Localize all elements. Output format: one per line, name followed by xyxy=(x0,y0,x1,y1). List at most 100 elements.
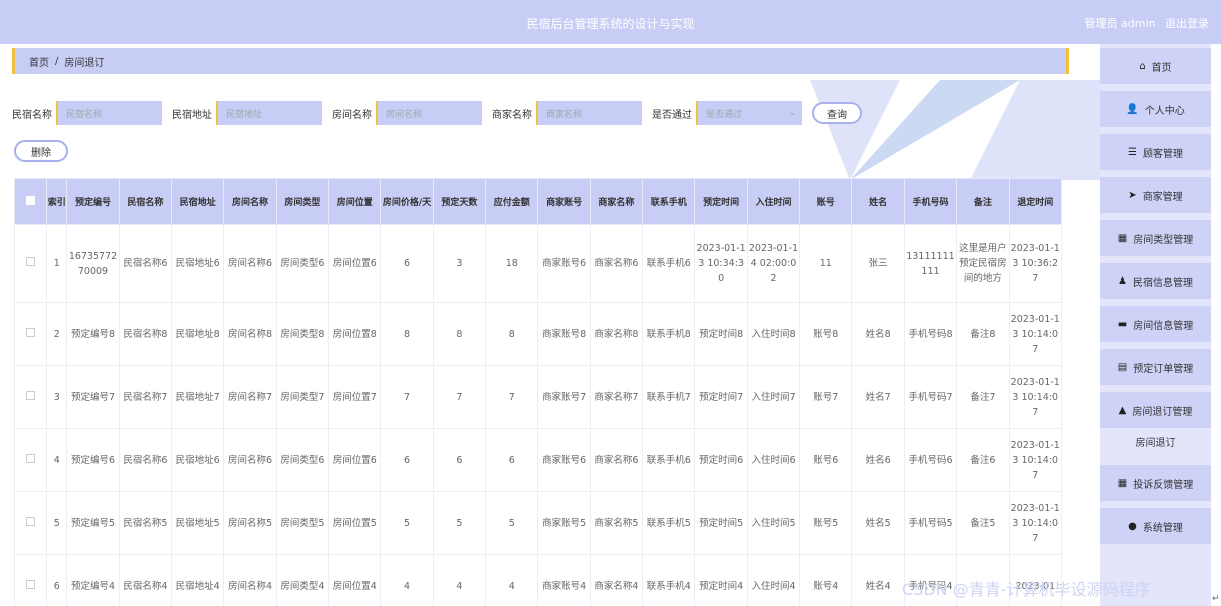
select-all-checkbox[interactable] xyxy=(14,178,48,225)
column-header: 联系手机 xyxy=(642,178,696,225)
approved-select-placeholder: 是否通过 xyxy=(706,109,743,120)
table-cell: 房间类型4 xyxy=(275,554,330,606)
approved-select[interactable]: 是否通过 ⌄ xyxy=(696,101,802,125)
breadcrumb: 首页 / 房间退订 xyxy=(12,48,1069,74)
table-cell: 联系手机6 xyxy=(642,428,696,492)
table-cell: 商家账号5 xyxy=(537,491,591,555)
table-cell: 商家名称8 xyxy=(589,302,644,366)
list-icon: ☰ xyxy=(1128,146,1137,158)
table-cell: 民宿地址6 xyxy=(171,428,225,492)
table-row[interactable]: 5 预定编号5 民宿名称5 民宿地址5 房间名称5 房间类型5 房间位置5 5 5 5 商家账号5 商… xyxy=(14,491,1062,555)
table-cell: 商家名称6 xyxy=(589,428,644,492)
table-cell: 预定编号4 xyxy=(66,554,120,606)
table-cell: 房间位置7 xyxy=(328,365,382,429)
table-cell: 预定时间8 xyxy=(694,302,748,366)
table-cell: 商家账号8 xyxy=(537,302,591,366)
row-checkbox[interactable] xyxy=(14,302,48,366)
table-row[interactable]: 3 预定编号7 民宿名称7 民宿地址7 房间名称7 房间类型7 房间位置7 7 7 7 商家账号7 商… xyxy=(14,365,1062,429)
search-label-homestay-name: 民宿名称 xyxy=(12,109,52,121)
table-cell: 房间名称4 xyxy=(223,554,277,606)
breadcrumb-home[interactable]: 首页 xyxy=(29,54,49,69)
table-cell: 民宿地址4 xyxy=(171,554,225,606)
table-cell: 2023-01-13 10:14:07 xyxy=(1008,302,1062,366)
column-header: 预定编号 xyxy=(66,178,120,225)
column-header: 商家名称 xyxy=(589,178,644,225)
sidebar-item-label: 投诉反馈管理 xyxy=(1133,479,1194,491)
row-checkbox[interactable] xyxy=(14,428,48,492)
row-checkbox[interactable] xyxy=(14,491,48,555)
column-header: 房间名称 xyxy=(223,178,277,225)
table-cell: 房间类型6 xyxy=(275,428,330,492)
column-header: 姓名 xyxy=(851,178,905,225)
table-cell: 6 xyxy=(432,428,487,492)
sidebar-item[interactable]: ● 系统管理 xyxy=(1100,508,1211,544)
row-checkbox[interactable] xyxy=(14,365,48,429)
sidebar-item[interactable]: ▤ 预定订单管理 xyxy=(1100,349,1211,385)
logout-link[interactable]: 退出登录 xyxy=(1165,17,1209,30)
table-cell: 房间位置5 xyxy=(328,491,382,555)
table-row[interactable]: 1 1673577270009 民宿名称6 民宿地址6 房间名称6 房间类型6 房间位置6 6… xyxy=(14,224,1062,303)
sidebar-item[interactable]: 👤 个人中心 xyxy=(1100,91,1211,127)
sidebar-item[interactable]: ☰ 顾客管理 xyxy=(1100,134,1211,170)
table-cell: 备注7 xyxy=(956,365,1010,429)
row-checkbox[interactable] xyxy=(14,224,48,303)
top-bar: 民宿后台管理系统的设计与实现 管理员 admin 退出登录 xyxy=(0,0,1221,44)
table-cell: 入住时间5 xyxy=(746,491,801,555)
app-title: 民宿后台管理系统的设计与实现 xyxy=(526,17,695,31)
column-header: 预定天数 xyxy=(432,178,487,225)
table-cell: 预定时间6 xyxy=(694,428,748,492)
sidebar-item[interactable]: ⌂ 首页 xyxy=(1100,48,1211,84)
column-header: 民宿地址 xyxy=(171,178,225,225)
sidebar-item[interactable]: 房间退订 xyxy=(1100,424,1211,460)
table-cell: 房间位置8 xyxy=(328,302,382,366)
table-cell: 房间名称6 xyxy=(223,428,277,492)
table-cell: 5 xyxy=(432,491,487,555)
table-row[interactable]: 4 预定编号6 民宿名称6 民宿地址6 房间名称6 房间类型6 房间位置6 6 6 6 商家账号6 商… xyxy=(14,428,1062,492)
table-cell: 6 xyxy=(485,428,539,492)
table-cell: 民宿名称8 xyxy=(118,302,173,366)
query-button[interactable]: 查询 xyxy=(812,102,862,124)
table-cell: 7 xyxy=(380,365,434,429)
table-cell: 房间类型6 xyxy=(275,224,330,303)
sidebar-item[interactable]: ▲ 房间退订管理 xyxy=(1100,392,1211,428)
table-cell: 账号6 xyxy=(799,428,853,492)
column-header: 退定时间 xyxy=(1008,178,1062,225)
table-cell: 2023-01-13 10:14:07 xyxy=(1008,491,1062,555)
table-cell: 11 xyxy=(799,224,853,303)
table-cell: 房间名称5 xyxy=(223,491,277,555)
sidebar-item[interactable]: ▦ 房间类型管理 xyxy=(1100,220,1211,256)
table-cell: 商家名称4 xyxy=(589,554,644,606)
table-cell: 姓名6 xyxy=(851,428,905,492)
table-cell: 商家名称7 xyxy=(589,365,644,429)
column-header: 备注 xyxy=(956,178,1010,225)
sidebar-item[interactable]: ♟ 民宿信息管理 xyxy=(1100,263,1211,299)
table-cell: 预定时间4 xyxy=(694,554,748,606)
search-label-room-name: 房间名称 xyxy=(332,109,372,121)
table-cell: 民宿名称5 xyxy=(118,491,173,555)
table-cell: 房间名称6 xyxy=(223,224,277,303)
table-cell: 8 xyxy=(485,302,539,366)
column-header: 索引 xyxy=(46,178,68,225)
table-header-row: 索引 预定编号 民宿名称 民宿地址 房间名称 房间类型 房间位置 房间价格/天 … xyxy=(14,178,1062,225)
table-cell: 商家名称5 xyxy=(589,491,644,555)
sidebar-item[interactable]: ➤ 商家管理 xyxy=(1100,177,1211,213)
sidebar-item[interactable]: ▬ 房间信息管理 xyxy=(1100,306,1211,342)
grid-icon: ▦ xyxy=(1117,477,1128,489)
table-cell: 4 xyxy=(432,554,487,606)
table-cell: 18 xyxy=(485,224,539,303)
table-cell: 联系手机5 xyxy=(642,491,696,555)
row-checkbox[interactable] xyxy=(14,554,48,606)
column-header: 预定时间 xyxy=(694,178,748,225)
table-row[interactable]: 2 预定编号8 民宿名称8 民宿地址8 房间名称8 房间类型8 房间位置8 8 8 8 商家账号8 商… xyxy=(14,302,1062,366)
breadcrumb-current: 房间退订 xyxy=(64,57,105,69)
room-name-input[interactable]: 房间名称 xyxy=(376,101,482,125)
table-cell: 房间位置6 xyxy=(328,224,382,303)
homestay-name-input[interactable]: 民宿名称 xyxy=(56,101,162,125)
sidebar-item[interactable]: ▦ 投诉反馈管理 xyxy=(1100,465,1211,501)
merchant-name-input[interactable]: 商家名称 xyxy=(536,101,642,125)
homestay-address-input[interactable]: 民宿地址 xyxy=(216,101,322,125)
delete-button[interactable]: 删除 xyxy=(14,140,68,162)
search-label-merchant-name: 商家名称 xyxy=(492,109,532,121)
table-cell: 手机号码8 xyxy=(903,302,958,366)
table-cell: 4 xyxy=(46,428,68,492)
